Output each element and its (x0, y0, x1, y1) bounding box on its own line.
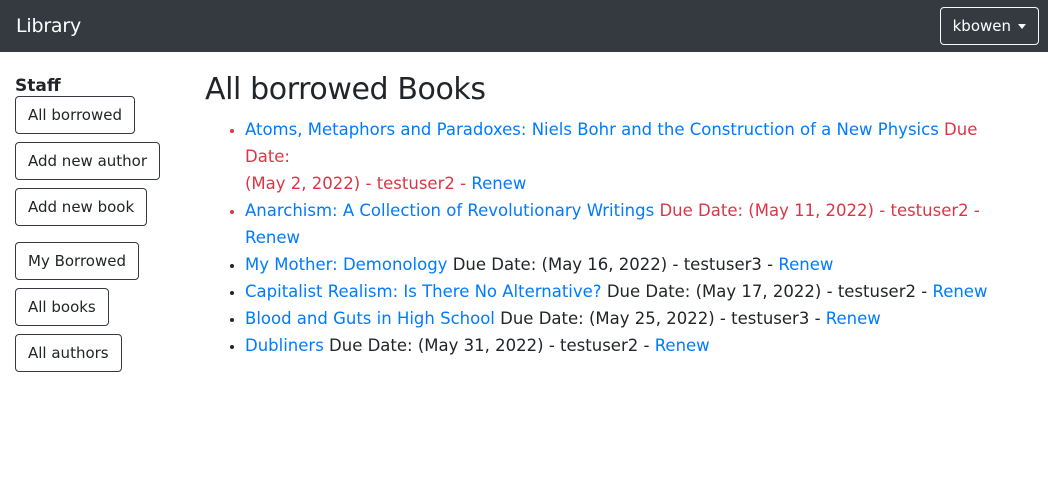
separator: - (365, 174, 372, 193)
borrower: testuser2 (837, 282, 916, 301)
list-item: Atoms, Metaphors and Paradoxes: Niels Bo… (245, 116, 1048, 197)
borrower: testuser3 (731, 309, 810, 328)
separator: - (643, 336, 650, 355)
page-title: All borrowed Books (205, 72, 486, 107)
main-content: All borrowed Books Atoms, Metaphors and … (205, 52, 1048, 372)
my-borrowed-button[interactable]: My Borrowed (15, 242, 139, 280)
due-label: Due Date: (329, 336, 413, 355)
sidebar: Staff All borrowed Add new author Add ne… (0, 52, 205, 372)
borrower: testuser2 (376, 174, 455, 193)
brand-link[interactable]: Library (16, 15, 81, 37)
separator: - (879, 201, 886, 220)
due-label: Due Date: (500, 309, 584, 328)
separator: - (973, 201, 980, 220)
separator: - (548, 336, 555, 355)
renew-link[interactable]: Renew (826, 309, 881, 328)
separator: - (826, 282, 833, 301)
book-link[interactable]: Dubliners (245, 336, 324, 355)
add-new-book-button[interactable]: Add new book (15, 188, 148, 226)
due-label: Due Date: (659, 201, 744, 220)
separator: - (921, 282, 928, 301)
separator: - (767, 255, 774, 274)
all-authors-button[interactable]: All authors (15, 334, 122, 372)
separator: - (814, 309, 821, 328)
add-new-author-button[interactable]: Add new author (15, 142, 161, 180)
list-item: Blood and Guts in High School Due Date: … (245, 305, 1048, 332)
user-menu-label: kbowen (952, 17, 1011, 35)
page-layout: Staff All borrowed Add new author Add ne… (0, 52, 1048, 372)
due-date: (May 25, 2022) (588, 309, 715, 328)
sidebar-divider (15, 226, 205, 242)
due-date: (May 31, 2022) (417, 336, 544, 355)
list-item: My Mother: Demonology Due Date: (May 16,… (245, 251, 1048, 278)
separator: - (719, 309, 726, 328)
borrowed-books-list: Atoms, Metaphors and Paradoxes: Niels Bo… (205, 116, 1048, 359)
top-navbar: Library kbowen (0, 0, 1048, 52)
due-label: Due Date: (452, 255, 537, 274)
sidebar-title: Staff (15, 76, 61, 96)
due-date: (May 11, 2022) (748, 201, 874, 220)
renew-link[interactable]: Renew (471, 174, 526, 193)
due-date: (May 2, 2022) (245, 174, 361, 193)
borrower: testuser2 (560, 336, 639, 355)
caret-down-icon (1018, 24, 1026, 29)
list-item: Capitalist Realism: Is There No Alternat… (245, 278, 1048, 305)
all-books-button[interactable]: All books (15, 288, 109, 326)
renew-link[interactable]: Renew (932, 282, 987, 301)
due-date: (May 17, 2022) (695, 282, 822, 301)
book-link[interactable]: Blood and Guts in High School (245, 309, 495, 328)
user-menu-button[interactable]: kbowen (939, 7, 1039, 45)
all-borrowed-button[interactable]: All borrowed (15, 96, 135, 134)
renew-link[interactable]: Renew (245, 228, 300, 247)
book-link[interactable]: Capitalist Realism: Is There No Alternat… (245, 282, 602, 301)
book-link[interactable]: My Mother: Demonology (245, 255, 447, 274)
renew-link[interactable]: Renew (778, 255, 833, 274)
list-item: Dubliners Due Date: (May 31, 2022) - tes… (245, 332, 1048, 359)
renew-link[interactable]: Renew (655, 336, 710, 355)
book-link[interactable]: Atoms, Metaphors and Paradoxes: Niels Bo… (245, 120, 939, 139)
borrower: testuser3 (683, 255, 762, 274)
list-item: Anarchism: A Collection of Revolutionary… (245, 197, 1048, 251)
borrower: testuser2 (890, 201, 969, 220)
book-link[interactable]: Anarchism: A Collection of Revolutionary… (245, 201, 654, 220)
due-label: Due Date: (606, 282, 691, 301)
due-date: (May 16, 2022) (541, 255, 668, 274)
separator: - (460, 174, 467, 193)
separator: - (672, 255, 679, 274)
